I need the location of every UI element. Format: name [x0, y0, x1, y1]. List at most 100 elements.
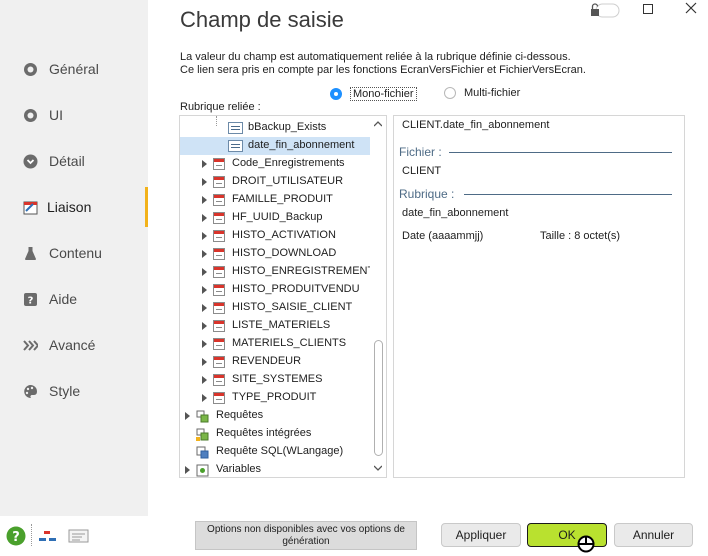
- code-button[interactable]: [38, 528, 58, 544]
- tree-row[interactable]: MATERIELS_CLIENTS: [180, 335, 370, 353]
- table-icon: [213, 356, 225, 368]
- field-icon: [228, 140, 243, 152]
- tree-row-label: Code_Enregistrements: [232, 157, 345, 169]
- tree-row-label: HISTO_ACTIVATION: [232, 229, 336, 241]
- expand-arrow-icon[interactable]: [202, 340, 207, 348]
- field-tree[interactable]: bBackup_Exists date_fin_abonnement Code_…: [179, 115, 387, 478]
- lock-toggle[interactable]: [588, 3, 620, 18]
- field-icon: [228, 122, 243, 134]
- scrollbar-thumb[interactable]: [374, 340, 383, 456]
- description-button[interactable]: [68, 529, 90, 543]
- radio-dot: [444, 87, 456, 99]
- tree-row[interactable]: bBackup_Exists: [180, 119, 370, 137]
- section-divider: [449, 152, 672, 153]
- sidebar-item-label: Détail: [49, 153, 85, 169]
- tree-row-label: FAMILLE_PRODUIT: [232, 193, 333, 205]
- sidebar-item-ui[interactable]: UI: [0, 95, 148, 135]
- mouse-cursor: [576, 533, 596, 553]
- rubrique-section-label: Rubrique :: [399, 187, 455, 201]
- fichier-value: CLIENT: [402, 165, 442, 177]
- tree-row[interactable]: Requête SQL(WLangage): [180, 443, 370, 461]
- close-button[interactable]: [685, 2, 697, 14]
- footer-separator: [31, 524, 32, 546]
- tree-row[interactable]: HISTO_ENREGISTREMENT: [180, 263, 374, 281]
- tree-row[interactable]: TYPE_PRODUIT: [180, 389, 370, 407]
- tree-row[interactable]: LISTE_MATERIELS: [180, 317, 370, 335]
- svg-text:?: ?: [28, 296, 34, 307]
- tree-row-label: Requêtes intégrées: [216, 427, 312, 439]
- sidebar-item-style[interactable]: Style: [0, 371, 148, 411]
- tree-row-label: HISTO_PRODUITVENDU: [232, 283, 360, 295]
- scroll-down-icon[interactable]: [374, 464, 382, 472]
- field-detail-panel: CLIENT.date_fin_abonnement Fichier : CLI…: [393, 115, 685, 478]
- expand-arrow-icon[interactable]: [202, 214, 207, 222]
- radio-label: Mono-fichier: [350, 87, 417, 101]
- scroll-up-icon[interactable]: [374, 120, 382, 128]
- tree-row-label: Requêtes: [216, 409, 264, 421]
- expand-arrow-icon[interactable]: [202, 178, 207, 186]
- sidebar-item-contenu[interactable]: Contenu: [0, 233, 148, 273]
- lock-icon: [591, 3, 620, 18]
- table-icon: [213, 266, 225, 278]
- expand-arrow-icon[interactable]: [202, 358, 207, 366]
- sidebar-item-avance[interactable]: Avancé: [0, 325, 148, 365]
- tree-row[interactable]: REVENDEUR: [180, 353, 370, 371]
- tree-row[interactable]: HF_UUID_Backup: [180, 209, 370, 227]
- tree-row[interactable]: Requêtes intégrées: [180, 425, 370, 443]
- tree-row-label: HISTO_DOWNLOAD: [232, 247, 337, 259]
- expand-arrow-icon[interactable]: [202, 160, 207, 168]
- sidebar-item-label: Général: [49, 61, 99, 77]
- tree-row[interactable]: Variables: [180, 461, 370, 477]
- table-icon: [213, 248, 225, 260]
- tree-scrollbar[interactable]: [370, 116, 386, 477]
- tree-row[interactable]: HISTO_DOWNLOAD: [180, 245, 370, 263]
- help-button[interactable]: ?: [6, 526, 26, 546]
- tree-row[interactable]: FAMILLE_PRODUIT: [180, 191, 370, 209]
- tree-row-label: Requête SQL(WLangage): [216, 445, 344, 457]
- tree-row[interactable]: Requêtes: [180, 407, 370, 425]
- section-divider: [464, 194, 672, 195]
- sidebar-item-liaison[interactable]: Liaison: [0, 187, 148, 227]
- table-icon: [213, 320, 225, 332]
- tree-row[interactable]: HISTO_PRODUITVENDU: [180, 281, 370, 299]
- expand-arrow-icon[interactable]: [202, 250, 207, 258]
- cancel-button[interactable]: Annuler: [614, 523, 693, 547]
- expand-arrow-icon[interactable]: [202, 232, 207, 240]
- tree-row[interactable]: SITE_SYSTEMES: [180, 371, 370, 389]
- tree-row-label: HISTO_SAISIE_CLIENT: [232, 301, 353, 313]
- tree-row-label: HF_UUID_Backup: [232, 211, 323, 223]
- expand-arrow-icon[interactable]: [202, 196, 207, 204]
- expand-arrow-icon[interactable]: [202, 286, 207, 294]
- sidebar-item-label: Aide: [49, 291, 78, 307]
- tree-row-selected[interactable]: date_fin_abonnement: [180, 137, 370, 155]
- code-icon: [39, 531, 56, 541]
- expand-arrow-icon[interactable]: [185, 412, 190, 420]
- sidebar-item-aide[interactable]: ? Aide: [0, 279, 148, 319]
- circle-icon: [24, 63, 37, 76]
- expand-arrow-icon[interactable]: [185, 466, 190, 474]
- expand-arrow-icon[interactable]: [202, 376, 207, 384]
- sidebar-item-general[interactable]: Général: [0, 49, 148, 89]
- table-icon: [213, 158, 225, 170]
- sidebar-item-detail[interactable]: Détail: [0, 141, 148, 181]
- tree-row-label: DROIT_UTILISATEUR: [232, 175, 344, 187]
- tree-row[interactable]: DROIT_UTILISATEUR: [180, 173, 370, 191]
- sidebar-item-label: Avancé: [49, 337, 96, 353]
- table-icon: [213, 374, 225, 386]
- expand-arrow-icon[interactable]: [202, 322, 207, 330]
- radio-multi-fichier[interactable]: Multi-fichier: [444, 87, 520, 99]
- sidebar: Général UI Détail Liaison Contenu ? Aide…: [0, 0, 148, 516]
- radio-mono-fichier[interactable]: Mono-fichier: [330, 87, 417, 101]
- embedded-query-icon: [196, 428, 209, 441]
- tree-row[interactable]: HISTO_ACTIVATION: [180, 227, 370, 245]
- tree-row[interactable]: HISTO_SAISIE_CLIENT: [180, 299, 370, 317]
- radio-label: Multi-fichier: [464, 87, 521, 99]
- tree-row[interactable]: Code_Enregistrements: [180, 155, 370, 173]
- apply-button[interactable]: Appliquer: [441, 523, 521, 547]
- table-icon: [213, 392, 225, 404]
- flask-icon: [25, 247, 36, 260]
- maximize-button[interactable]: [643, 4, 653, 14]
- expand-arrow-icon[interactable]: [202, 304, 207, 312]
- expand-arrow-icon[interactable]: [202, 394, 207, 402]
- expand-arrow-icon[interactable]: [202, 268, 207, 276]
